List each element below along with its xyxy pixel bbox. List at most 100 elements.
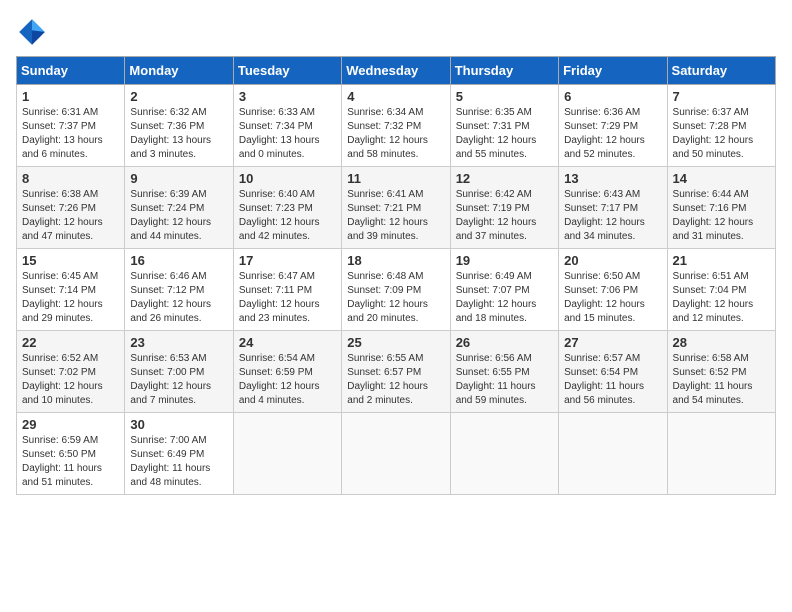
day-number: 28	[673, 335, 770, 350]
day-number: 1	[22, 89, 119, 104]
day-cell-3: 3 Sunrise: 6:33 AMSunset: 7:34 PMDaylight…	[233, 85, 341, 167]
day-info: Sunrise: 6:46 AMSunset: 7:12 PMDaylight:…	[130, 270, 227, 326]
day-cell-8: 8 Sunrise: 6:38 AMSunset: 7:26 PMDaylight…	[17, 167, 125, 249]
day-cell-23: 23 Sunrise: 6:53 AMSunset: 7:00 PMDayligh…	[125, 331, 233, 413]
day-info: Sunrise: 6:32 AMSunset: 7:36 PMDaylight:…	[130, 106, 227, 162]
day-info: Sunrise: 6:35 AMSunset: 7:31 PMDaylight:…	[456, 106, 553, 162]
day-cell-30: 30Sunrise: 7:00 AMSunset: 6:49 PMDayligh…	[125, 413, 233, 495]
day-info: Sunrise: 6:40 AMSunset: 7:23 PMDaylight:…	[239, 188, 336, 244]
day-info: Sunrise: 6:37 AMSunset: 7:28 PMDaylight:…	[673, 106, 770, 162]
day-number: 29	[22, 417, 119, 432]
day-number: 9	[130, 171, 227, 186]
header	[16, 16, 776, 48]
day-cell-15: 15 Sunrise: 6:45 AMSunset: 7:14 PMDayligh…	[17, 249, 125, 331]
calendar: SundayMondayTuesdayWednesdayThursdayFrid…	[16, 56, 776, 495]
day-number: 3	[239, 89, 336, 104]
week-row-4: 22 Sunrise: 6:52 AMSunset: 7:02 PMDayligh…	[17, 331, 776, 413]
day-number: 17	[239, 253, 336, 268]
day-info: Sunrise: 6:41 AMSunset: 7:21 PMDaylight:…	[347, 188, 444, 244]
day-cell-24: 24 Sunrise: 6:54 AMSunset: 6:59 PMDayligh…	[233, 331, 341, 413]
day-number: 13	[564, 171, 661, 186]
day-cell-2: 2Sunrise: 6:32 AMSunset: 7:36 PMDaylight…	[125, 85, 233, 167]
day-number: 5	[456, 89, 553, 104]
week-row-3: 15 Sunrise: 6:45 AMSunset: 7:14 PMDayligh…	[17, 249, 776, 331]
day-number: 30	[130, 417, 227, 432]
day-cell-19: 19 Sunrise: 6:49 AMSunset: 7:07 PMDayligh…	[450, 249, 558, 331]
day-info: Sunrise: 6:59 AMSunset: 6:50 PMDaylight:…	[22, 434, 119, 490]
weekday-header-sunday: Sunday	[17, 57, 125, 85]
day-cell-16: 16Sunrise: 6:46 AMSunset: 7:12 PMDayligh…	[125, 249, 233, 331]
day-info: Sunrise: 6:45 AMSunset: 7:14 PMDaylight:…	[22, 270, 119, 326]
day-info: Sunrise: 6:47 AMSunset: 7:11 PMDaylight:…	[239, 270, 336, 326]
day-info: Sunrise: 6:56 AMSunset: 6:55 PMDaylight:…	[456, 352, 553, 408]
day-cell-11: 11Sunrise: 6:41 AMSunset: 7:21 PMDayligh…	[342, 167, 450, 249]
day-number: 15	[22, 253, 119, 268]
day-number: 22	[22, 335, 119, 350]
day-number: 4	[347, 89, 444, 104]
day-cell-4: 4 Sunrise: 6:34 AMSunset: 7:32 PMDaylight…	[342, 85, 450, 167]
day-info: Sunrise: 6:42 AMSunset: 7:19 PMDaylight:…	[456, 188, 553, 244]
day-cell-26: 26 Sunrise: 6:56 AMSunset: 6:55 PMDayligh…	[450, 331, 558, 413]
weekday-header-row: SundayMondayTuesdayWednesdayThursdayFrid…	[17, 57, 776, 85]
weekday-header-friday: Friday	[559, 57, 667, 85]
day-number: 25	[347, 335, 444, 350]
day-cell-25: 25 Sunrise: 6:55 AMSunset: 6:57 PMDayligh…	[342, 331, 450, 413]
day-info: Sunrise: 6:34 AMSunset: 7:32 PMDaylight:…	[347, 106, 444, 162]
day-number: 7	[673, 89, 770, 104]
day-info: Sunrise: 6:38 AMSunset: 7:26 PMDaylight:…	[22, 188, 119, 244]
day-info: Sunrise: 6:57 AMSunset: 6:54 PMDaylight:…	[564, 352, 661, 408]
weekday-header-tuesday: Tuesday	[233, 57, 341, 85]
day-cell-5: 5 Sunrise: 6:35 AMSunset: 7:31 PMDaylight…	[450, 85, 558, 167]
day-info: Sunrise: 6:31 AMSunset: 7:37 PMDaylight:…	[22, 106, 119, 162]
day-number: 20	[564, 253, 661, 268]
weekday-header-monday: Monday	[125, 57, 233, 85]
day-cell-10: 10 Sunrise: 6:40 AMSunset: 7:23 PMDayligh…	[233, 167, 341, 249]
day-cell-12: 12 Sunrise: 6:42 AMSunset: 7:19 PMDayligh…	[450, 167, 558, 249]
day-number: 8	[22, 171, 119, 186]
day-info: Sunrise: 6:49 AMSunset: 7:07 PMDaylight:…	[456, 270, 553, 326]
day-cell-20: 20Sunrise: 6:50 AMSunset: 7:06 PMDayligh…	[559, 249, 667, 331]
day-cell-28: 28 Sunrise: 6:58 AMSunset: 6:52 PMDayligh…	[667, 331, 775, 413]
logo-icon	[16, 16, 48, 48]
day-info: Sunrise: 6:54 AMSunset: 6:59 PMDaylight:…	[239, 352, 336, 408]
empty-cell	[559, 413, 667, 495]
day-info: Sunrise: 6:51 AMSunset: 7:04 PMDaylight:…	[673, 270, 770, 326]
day-number: 14	[673, 171, 770, 186]
day-info: Sunrise: 6:53 AMSunset: 7:00 PMDaylight:…	[130, 352, 227, 408]
day-cell-7: 7 Sunrise: 6:37 AMSunset: 7:28 PMDaylight…	[667, 85, 775, 167]
day-number: 26	[456, 335, 553, 350]
day-cell-21: 21 Sunrise: 6:51 AMSunset: 7:04 PMDayligh…	[667, 249, 775, 331]
empty-cell	[233, 413, 341, 495]
day-number: 10	[239, 171, 336, 186]
day-number: 21	[673, 253, 770, 268]
day-number: 27	[564, 335, 661, 350]
day-info: Sunrise: 6:58 AMSunset: 6:52 PMDaylight:…	[673, 352, 770, 408]
weekday-header-thursday: Thursday	[450, 57, 558, 85]
day-info: Sunrise: 6:39 AMSunset: 7:24 PMDaylight:…	[130, 188, 227, 244]
day-cell-22: 22 Sunrise: 6:52 AMSunset: 7:02 PMDayligh…	[17, 331, 125, 413]
day-info: Sunrise: 6:43 AMSunset: 7:17 PMDaylight:…	[564, 188, 661, 244]
empty-cell	[450, 413, 558, 495]
day-info: Sunrise: 6:52 AMSunset: 7:02 PMDaylight:…	[22, 352, 119, 408]
week-row-1: 1 Sunrise: 6:31 AMSunset: 7:37 PMDaylight…	[17, 85, 776, 167]
empty-cell	[342, 413, 450, 495]
weekday-header-saturday: Saturday	[667, 57, 775, 85]
day-number: 12	[456, 171, 553, 186]
day-info: Sunrise: 6:36 AMSunset: 7:29 PMDaylight:…	[564, 106, 661, 162]
day-info: Sunrise: 6:55 AMSunset: 6:57 PMDaylight:…	[347, 352, 444, 408]
day-cell-29: 29 Sunrise: 6:59 AMSunset: 6:50 PMDayligh…	[17, 413, 125, 495]
day-info: Sunrise: 6:48 AMSunset: 7:09 PMDaylight:…	[347, 270, 444, 326]
day-cell-27: 27 Sunrise: 6:57 AMSunset: 6:54 PMDayligh…	[559, 331, 667, 413]
day-number: 18	[347, 253, 444, 268]
day-number: 19	[456, 253, 553, 268]
logo-wordmark	[16, 16, 52, 48]
day-cell-14: 14Sunrise: 6:44 AMSunset: 7:16 PMDayligh…	[667, 167, 775, 249]
day-cell-9: 9 Sunrise: 6:39 AMSunset: 7:24 PMDaylight…	[125, 167, 233, 249]
day-number: 24	[239, 335, 336, 350]
week-row-5: 29 Sunrise: 6:59 AMSunset: 6:50 PMDayligh…	[17, 413, 776, 495]
day-cell-1: 1 Sunrise: 6:31 AMSunset: 7:37 PMDaylight…	[17, 85, 125, 167]
week-row-2: 8 Sunrise: 6:38 AMSunset: 7:26 PMDaylight…	[17, 167, 776, 249]
weekday-header-wednesday: Wednesday	[342, 57, 450, 85]
day-info: Sunrise: 6:33 AMSunset: 7:34 PMDaylight:…	[239, 106, 336, 162]
day-number: 23	[130, 335, 227, 350]
